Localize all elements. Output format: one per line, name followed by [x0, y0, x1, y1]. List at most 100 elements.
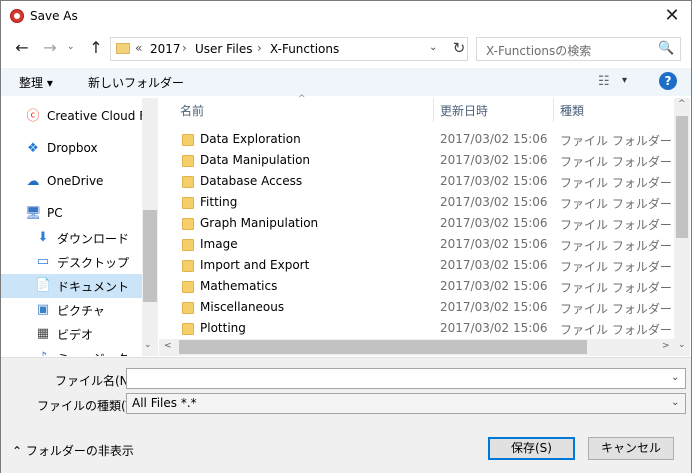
scroll-up-icon[interactable]: ^ [678, 99, 686, 109]
recent-locations-button[interactable]: ⌄ [67, 42, 75, 52]
file-name[interactable]: Data Manipulation [200, 153, 310, 167]
nav-item[interactable]: ♪ ミュージック [1, 346, 142, 356]
nav-item[interactable]: ▣ ピクチャ [1, 298, 142, 322]
view-dropdown-icon[interactable]: ▾ [622, 75, 627, 86]
documents-icon: 📄 [35, 278, 52, 293]
nav-item[interactable]: 🖥 PC [1, 202, 142, 226]
folder-icon [182, 239, 194, 251]
refresh-icon[interactable]: ↻ [449, 39, 469, 57]
save-button[interactable]: 保存(S) [488, 437, 575, 460]
file-date: 2017/03/02 15:06 [440, 237, 548, 251]
folder-icon [182, 197, 194, 209]
cancel-button[interactable]: キャンセル [588, 437, 674, 460]
breadcrumb-2017[interactable]: 2017 [150, 42, 181, 56]
column-header-date[interactable]: 更新日時 [440, 102, 488, 119]
nav-item[interactable]: ▦ ビデオ [1, 322, 142, 346]
address-bar[interactable]: « 2017 › User Files › X-Functions ⌄ ↻ [110, 37, 468, 61]
breadcrumb-separator[interactable]: › [257, 41, 262, 55]
window-title: Save As [30, 9, 78, 23]
file-row[interactable]: Database Access 2017/03/02 15:06 ファイル フォルダ… [174, 171, 672, 192]
nav-item[interactable]: ⓒ Creative Cloud Files [1, 105, 158, 129]
filetype-value[interactable]: All Files *.* [132, 396, 197, 410]
scroll-left-icon[interactable]: < [164, 341, 172, 351]
nav-item[interactable]: ❖ Dropbox [1, 137, 142, 161]
file-type: ファイル フォルダー [560, 281, 672, 295]
pictures-icon: ▣ [36, 302, 50, 317]
file-row[interactable]: Mathematics 2017/03/02 15:06 ファイル フォルダー [174, 276, 672, 297]
column-divider[interactable] [553, 98, 554, 122]
dropbox-icon: ❖ [27, 141, 39, 156]
file-date: 2017/03/02 15:06 [440, 321, 548, 335]
up-button[interactable]: ↑ [86, 38, 106, 58]
search-placeholder: X-Functionsの検索 [486, 44, 592, 58]
file-name[interactable]: Fitting [200, 195, 237, 209]
file-row[interactable]: Import and Export 2017/03/02 15:06 ファイル フォ… [174, 255, 672, 276]
file-row[interactable]: Image 2017/03/02 15:06 ファイル フォルダー [174, 234, 672, 255]
nav-item[interactable]: ⬇ ダウンロード [1, 226, 142, 250]
file-name[interactable]: Mathematics [200, 279, 277, 293]
file-name[interactable]: Graph Manipulation [200, 216, 318, 230]
file-name[interactable]: Plotting [200, 321, 246, 335]
column-divider[interactable] [433, 98, 434, 122]
search-box[interactable]: X-Functionsの検索 🔍 [476, 37, 681, 61]
file-date: 2017/03/02 15:06 [440, 174, 548, 188]
new-folder-button[interactable]: 新しいフォルダー [88, 74, 184, 91]
close-button[interactable]: ✕ [653, 1, 691, 32]
vertical-scrollbar-thumb[interactable] [676, 116, 688, 238]
file-date: 2017/03/02 15:06 [440, 216, 548, 230]
file-row[interactable]: Plotting 2017/03/02 15:06 ファイル フォルダー [174, 318, 672, 339]
breadcrumb-user-files[interactable]: User Files [195, 42, 253, 56]
pc-icon: 🖥 [25, 206, 42, 221]
file-type: ファイル フォルダー [560, 176, 672, 190]
file-name[interactable]: Import and Export [200, 258, 309, 272]
chevron-down-icon[interactable]: ⌄ [671, 372, 679, 383]
file-name[interactable]: Data Exploration [200, 132, 301, 146]
file-row[interactable]: Fitting 2017/03/02 15:06 ファイル フォルダー [174, 192, 672, 213]
scroll-down-icon[interactable]: ⌄ [678, 340, 686, 350]
filetype-select[interactable]: All Files *.* ⌄ [126, 393, 686, 414]
creative-cloud-icon: ⓒ [26, 109, 40, 124]
column-header-name[interactable]: 名前 [180, 102, 204, 119]
scroll-right-icon[interactable]: > [662, 341, 670, 351]
breadcrumb-separator[interactable]: › [182, 41, 187, 55]
nav-item[interactable]: ▭ デスクトップ [1, 250, 142, 274]
chevron-down-icon[interactable]: ⌄ [429, 42, 437, 53]
file-name[interactable]: Database Access [200, 174, 302, 188]
file-type: ファイル フォルダー [560, 155, 672, 169]
file-row[interactable]: Miscellaneous 2017/03/02 15:06 ファイル フォルダー [174, 297, 672, 318]
title-bar [1, 1, 691, 32]
horizontal-scrollbar-thumb[interactable] [179, 340, 587, 354]
folder-icon [182, 218, 194, 230]
file-type: ファイル フォルダー [560, 218, 672, 232]
hide-folders-toggle[interactable]: ⌃ フォルダーの非表示 [12, 442, 134, 459]
file-type: ファイル フォルダー [560, 302, 672, 316]
file-row[interactable]: Data Exploration 2017/03/02 15:06 ファイル フォル… [174, 129, 672, 150]
breadcrumb-overflow[interactable]: « [135, 41, 142, 55]
app-icon [10, 9, 24, 23]
hide-folders-label: フォルダーの非表示 [25, 444, 134, 458]
nav-scroll-down-icon[interactable]: ⌄ [144, 340, 152, 350]
videos-icon: ▦ [36, 326, 50, 341]
file-row[interactable]: Data Manipulation 2017/03/02 15:06 ファイル フォ… [174, 150, 672, 171]
search-icon[interactable]: 🔍 [658, 41, 674, 56]
nav-scrollbar-thumb[interactable] [143, 210, 157, 302]
file-name[interactable]: Miscellaneous [200, 300, 284, 314]
help-icon[interactable]: ? [659, 72, 677, 90]
file-name[interactable]: Image [200, 237, 238, 251]
view-options-icon[interactable]: ☷ [598, 74, 610, 89]
column-header-type[interactable]: 種類 [560, 102, 584, 119]
breadcrumb-x-functions[interactable]: X-Functions [270, 42, 339, 56]
filename-input[interactable]: ⌄ [126, 368, 686, 389]
organize-button[interactable]: 整理 ▾ [19, 74, 53, 91]
forward-button[interactable]: → [40, 38, 60, 58]
folder-icon [182, 176, 194, 188]
nav-item[interactable]: 📄 ドキュメント [1, 274, 142, 298]
chevron-down-icon[interactable]: ⌄ [671, 397, 679, 408]
file-date: 2017/03/02 15:06 [440, 132, 548, 146]
file-type: ファイル フォルダー [560, 197, 672, 211]
back-button[interactable]: ← [12, 38, 32, 58]
file-date: 2017/03/02 15:06 [440, 279, 548, 293]
file-row[interactable]: Graph Manipulation 2017/03/02 15:06 ファイル フ… [174, 213, 672, 234]
sort-ascending-icon: ^ [298, 94, 306, 104]
nav-item[interactable]: ☁ OneDrive [1, 170, 142, 194]
